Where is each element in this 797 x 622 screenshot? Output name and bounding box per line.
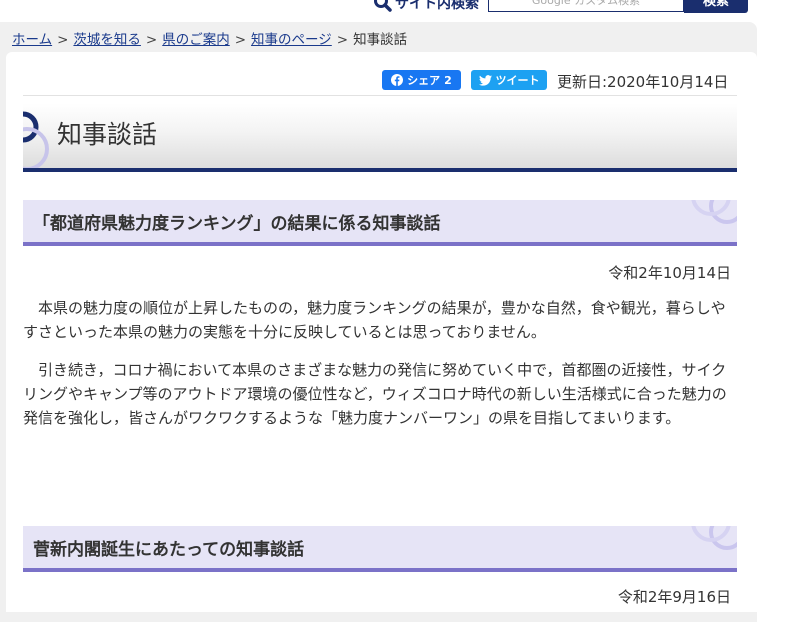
section-header: 菅新内閣誕生にあたっての知事談話 <box>23 526 737 572</box>
breadcrumb-current: 知事談話 <box>353 32 408 48</box>
breadcrumb-separator: > <box>57 32 69 48</box>
facebook-share-button[interactable]: シェア 2 <box>382 70 461 90</box>
search-button[interactable]: 検索 <box>684 0 748 13</box>
title-underline <box>23 168 737 172</box>
section-date: 令和2年10月14日 <box>608 264 731 282</box>
updated-date: 更新日:2020年10月14日 <box>557 73 729 91</box>
breadcrumb-link-governor-page[interactable]: 知事のページ <box>251 32 332 48</box>
section-title: 菅新内閣誕生にあたっての知事談話 <box>33 540 305 560</box>
search-icon <box>374 0 392 12</box>
top-search-strip: サイト内検索 Google カスタム検索 検索 <box>0 0 797 14</box>
twitter-tweet-label: ツイート <box>495 74 540 87</box>
ring-decoration-icon <box>691 200 737 224</box>
body-paragraph: 本県の魅力度の順位が上昇したものの，魅力度ランキングの結果が，豊かな自然，食や観… <box>23 299 726 341</box>
breadcrumb-link-know-ibaraki[interactable]: 茨城を知る <box>73 32 141 48</box>
ring-decoration-icon <box>691 526 737 550</box>
facebook-icon <box>391 74 404 86</box>
search-input[interactable]: Google カスタム検索 <box>488 0 684 12</box>
facebook-share-label: シェア <box>407 74 441 87</box>
breadcrumb-separator: > <box>234 32 247 48</box>
divider <box>23 95 737 96</box>
twitter-bird-icon <box>478 74 492 86</box>
breadcrumb-separator: > <box>336 32 349 48</box>
site-search: サイト内検索 <box>373 0 479 14</box>
section-title: 「都道府県魅力度ランキング」の結果に係る知事談話 <box>33 214 441 234</box>
body-paragraph: 引き続き，コロナ禍において本県のさまざまな魅力の発信に努めていく中で，首都圏の近… <box>23 361 727 427</box>
breadcrumb-link-home[interactable]: ホーム <box>12 32 52 48</box>
page-title: 知事談話 <box>57 120 158 149</box>
section-header: 「都道府県魅力度ランキング」の結果に係る知事談話 <box>23 200 737 246</box>
section-date: 令和2年9月16日 <box>617 588 731 606</box>
breadcrumb-separator: > <box>145 32 158 48</box>
facebook-share-count: 2 <box>444 73 452 87</box>
twitter-tweet-button[interactable]: ツイート <box>471 70 547 90</box>
breadcrumb: ホーム > 茨城を知る > 県のご案内 > 知事のページ > 知事談話 <box>12 28 407 48</box>
site-search-label: サイト内検索 <box>395 0 479 12</box>
breadcrumb-link-prefecture-guide[interactable]: 県のご案内 <box>162 32 230 48</box>
